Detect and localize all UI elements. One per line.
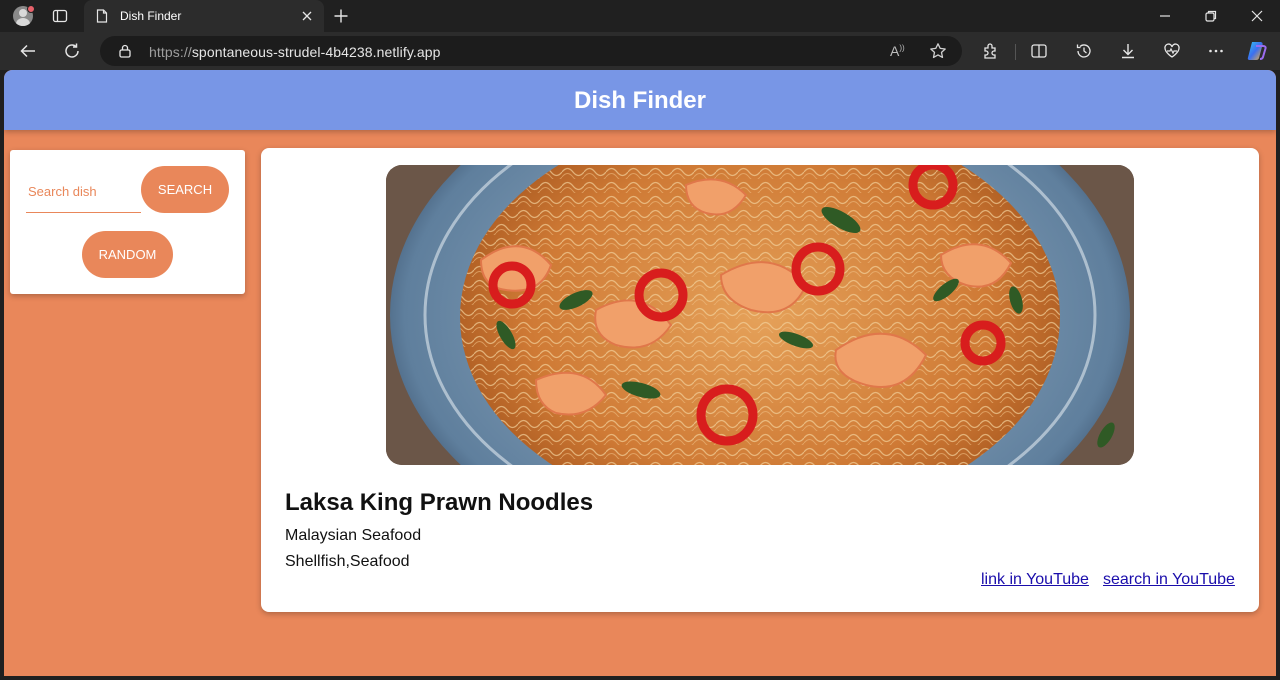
dish-name: Laksa King Prawn Noodles <box>285 489 594 516</box>
tab-title: Dish Finder <box>120 9 182 23</box>
extensions-icon[interactable] <box>982 42 1000 60</box>
downloads-icon[interactable] <box>1119 42 1137 60</box>
url-host: spontaneous-strudel-4b4238.netlify.app <box>191 44 441 60</box>
profile-avatar-icon[interactable] <box>10 5 35 27</box>
url-protocol: https:// <box>149 44 192 60</box>
random-button[interactable]: RANDOM <box>82 231 173 278</box>
search-button[interactable]: SEARCH <box>141 166 229 213</box>
page-icon <box>96 9 108 23</box>
close-window-icon[interactable] <box>1250 9 1264 23</box>
more-menu-icon[interactable] <box>1207 42 1225 60</box>
app-title: Dish Finder <box>573 87 706 114</box>
minimize-icon[interactable] <box>1158 9 1172 23</box>
tab-actions-icon[interactable] <box>52 8 68 24</box>
toolbar-divider <box>1015 44 1016 60</box>
new-tab-icon[interactable] <box>333 8 349 24</box>
app-header: Dish Finder <box>4 70 1276 130</box>
refresh-icon[interactable] <box>63 42 81 60</box>
url-text: https://spontaneous-strudel-4b4238.netli… <box>149 44 441 60</box>
read-aloud-icon[interactable]: A)) <box>890 43 905 59</box>
close-tab-icon[interactable] <box>300 9 314 23</box>
url-bar[interactable]: https://spontaneous-strudel-4b4238.netli… <box>100 36 962 66</box>
dish-area-category: Malaysian Seafood <box>285 527 422 544</box>
favorite-star-icon[interactable] <box>929 42 947 60</box>
browser-titlebar: Dish Finder <box>0 0 1280 32</box>
youtube-link[interactable]: link in YouTube <box>981 571 1089 589</box>
lock-icon[interactable] <box>119 44 131 58</box>
split-screen-icon[interactable] <box>1030 42 1048 60</box>
dish-tags: Shellfish,Seafood <box>285 553 410 570</box>
performance-heart-icon[interactable] <box>1163 42 1181 60</box>
dish-image <box>386 165 1134 465</box>
browser-tab[interactable]: Dish Finder <box>84 0 324 32</box>
page-viewport: Dish Finder SEARCH RANDOM <box>4 70 1276 676</box>
search-input[interactable] <box>26 170 141 213</box>
history-icon[interactable] <box>1075 42 1093 60</box>
dish-photo-illustration <box>386 165 1134 465</box>
youtube-search-link[interactable]: search in YouTube <box>1103 571 1235 589</box>
address-toolbar: https://spontaneous-strudel-4b4238.netli… <box>0 32 1280 70</box>
meal-card: Laksa King Prawn Noodles Malaysian Seafo… <box>261 148 1259 612</box>
restore-icon[interactable] <box>1204 9 1218 23</box>
copilot-icon[interactable] <box>1246 40 1268 62</box>
search-panel: SEARCH RANDOM <box>10 150 245 294</box>
back-arrow-icon[interactable] <box>19 42 37 60</box>
